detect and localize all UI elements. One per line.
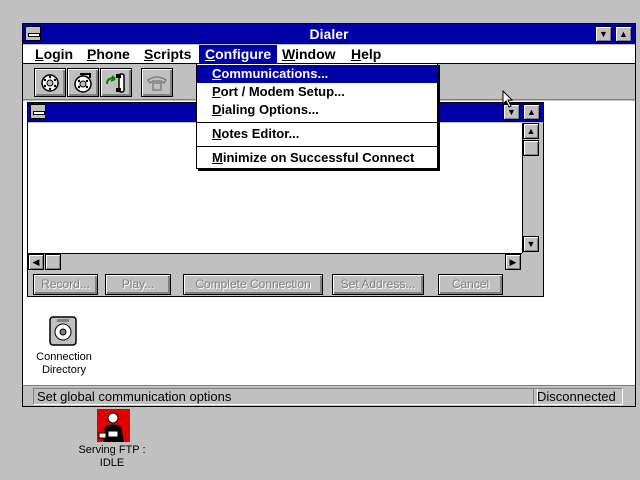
menu-scripts[interactable]: Scripts (138, 45, 197, 64)
directory-button[interactable] (34, 68, 66, 97)
menu-help[interactable]: Help (345, 45, 387, 64)
cancel-button[interactable]: Cancel (438, 274, 503, 295)
ftp-server-label[interactable]: Serving FTP : IDLE (66, 444, 158, 470)
child-maximize-button[interactable]: ▲ (523, 104, 540, 120)
directory-icon (41, 74, 59, 92)
window-title: Dialer (309, 26, 349, 42)
set-address-button[interactable]: Set Address... (332, 274, 424, 295)
vertical-scrollbar[interactable]: ▲ ▼ (522, 123, 540, 253)
record-button[interactable]: Record... (33, 274, 98, 295)
menu-item-dialing-options[interactable]: Dialing Options... (197, 101, 437, 119)
complete-connection-button[interactable]: Complete Connection (183, 274, 323, 295)
status-message: Set global communication options (33, 388, 538, 405)
horizontal-scrollbar[interactable]: ◀ ▶ (28, 253, 522, 270)
quick-dial-icon (74, 73, 92, 93)
status-bar: Set global communication options Disconn… (23, 385, 635, 406)
scroll-up-button[interactable]: ▲ (523, 123, 539, 139)
menu-bar: Login Phone Scripts Configure Window Hel… (23, 45, 635, 64)
menu-phone[interactable]: Phone (81, 45, 136, 64)
maximize-button[interactable]: ▲ (615, 26, 632, 42)
menu-item-notes-editor[interactable]: Notes Editor... (197, 125, 437, 143)
menu-separator (197, 146, 437, 147)
child-button-row: Record... Play... Complete Connection Se… (28, 271, 543, 296)
scroll-right-button[interactable]: ▶ (505, 254, 521, 270)
connection-directory-icon[interactable] (49, 316, 77, 346)
quick-dial-button[interactable] (67, 68, 99, 97)
connection-status: Disconnected (533, 388, 623, 405)
menu-login[interactable]: Login (29, 45, 79, 64)
configure-dropdown: Communications... Port / Modem Setup... … (196, 63, 438, 169)
menu-item-port-modem-setup[interactable]: Port / Modem Setup... (197, 83, 437, 101)
hang-up-icon (146, 76, 168, 91)
child-system-menu-button[interactable] (30, 104, 46, 119)
title-bar[interactable]: Dialer ▼ ▲ (23, 24, 635, 44)
scroll-down-button[interactable]: ▼ (523, 236, 539, 252)
menu-separator (197, 122, 437, 123)
dial-icon (106, 73, 125, 93)
minimize-button[interactable]: ▼ (595, 26, 612, 42)
connection-directory-label[interactable]: Connection Directory (23, 351, 105, 377)
hang-up-button[interactable] (141, 68, 173, 97)
ftp-server-icon[interactable] (97, 409, 130, 442)
menu-configure[interactable]: Configure (199, 45, 278, 64)
hscroll-thumb[interactable] (45, 254, 61, 270)
scroll-thumb[interactable] (523, 140, 539, 156)
menu-item-minimize-on-connect[interactable]: Minimize on Successful Connect (197, 149, 437, 167)
play-button[interactable]: Play... (105, 274, 171, 295)
mouse-pointer-icon (502, 90, 514, 108)
menu-window[interactable]: Window (276, 45, 342, 64)
dial-button[interactable] (100, 68, 132, 97)
scroll-left-button[interactable]: ◀ (28, 254, 44, 270)
menu-item-communications[interactable]: Communications... (197, 65, 437, 83)
